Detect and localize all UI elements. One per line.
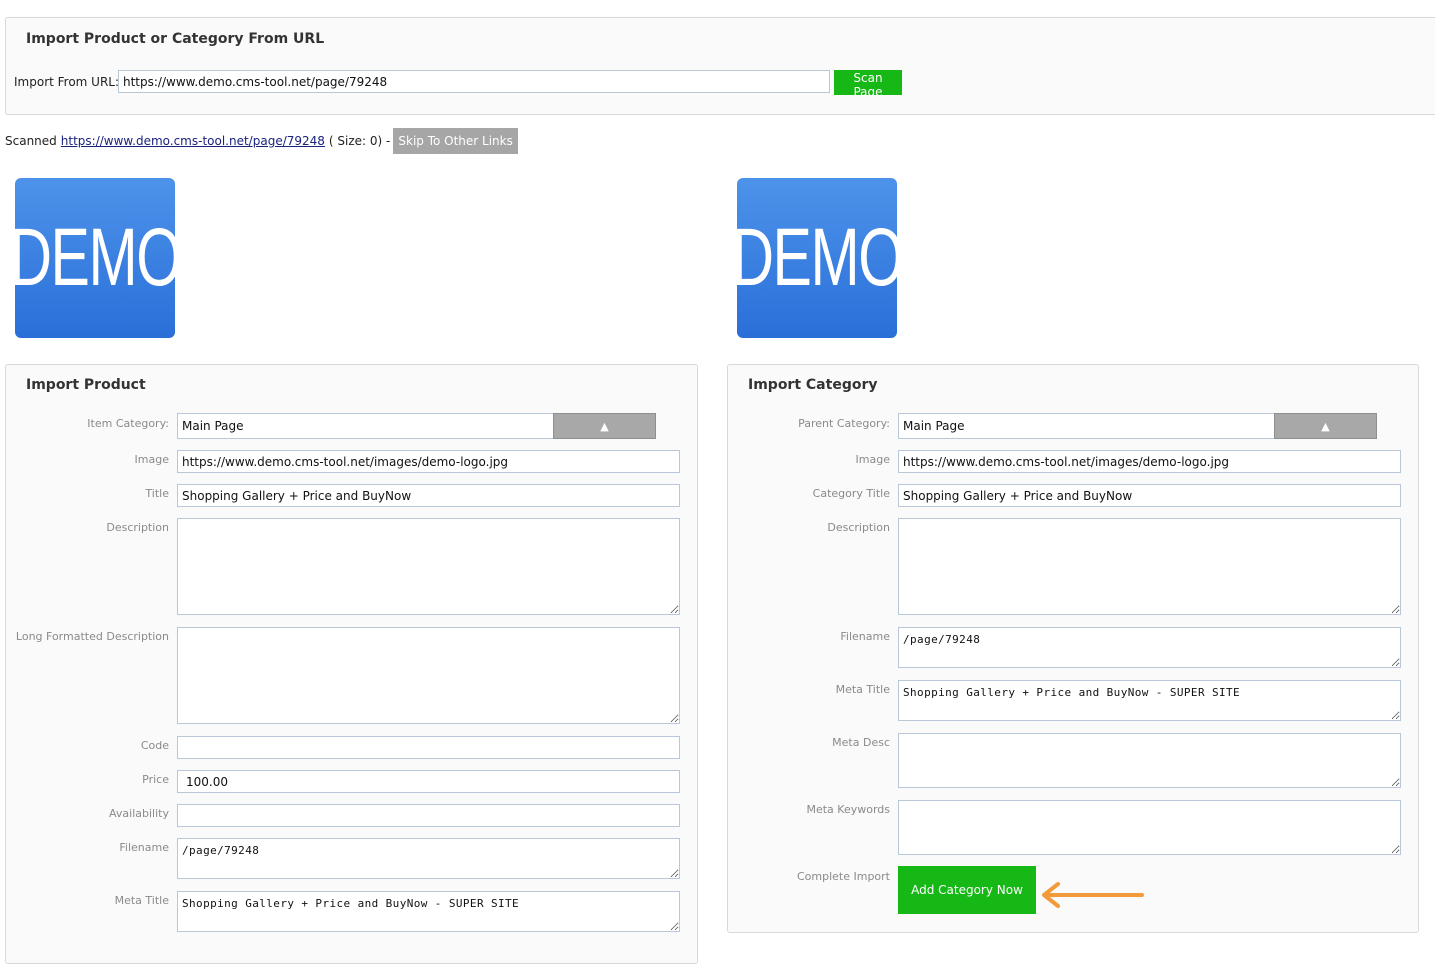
category-meta-desc-textarea[interactable] <box>898 733 1401 788</box>
item-category-label: Item Category: <box>87 417 169 430</box>
product-filename-textarea[interactable]: /page/79248 <box>177 838 680 879</box>
add-category-button[interactable]: Add Category Now <box>898 866 1036 914</box>
scanned-prefix: Scanned <box>5 134 57 148</box>
product-title-label: Title <box>145 487 169 500</box>
item-category-value: Main Page <box>182 419 244 433</box>
parent-category-value: Main Page <box>903 419 965 433</box>
product-description-label: Description <box>106 521 169 534</box>
product-logo-text: DEMO <box>9 212 182 303</box>
category-meta-keywords-textarea[interactable] <box>898 800 1401 855</box>
category-meta-desc-label: Meta Desc <box>832 736 890 749</box>
category-meta-title-textarea[interactable]: Shopping Gallery + Price and BuyNow - SU… <box>898 680 1401 721</box>
category-logo-image: DEMO <box>731 178 904 338</box>
product-long-desc-textarea[interactable] <box>177 627 680 724</box>
scan-page-button[interactable]: Scan Page <box>834 70 902 99</box>
product-price-label: Price <box>142 773 169 786</box>
product-meta-title-label: Meta Title <box>114 894 169 907</box>
category-image-input[interactable] <box>898 450 1401 473</box>
import-url-label: Import From URL: <box>14 75 120 89</box>
product-long-desc-label: Long Formatted Description <box>15 630 169 643</box>
parent-category-dropdown-button[interactable]: ▲ <box>1274 413 1377 439</box>
category-meta-keywords-label: Meta Keywords <box>806 803 890 816</box>
product-meta-title-textarea[interactable]: Shopping Gallery + Price and BuyNow - SU… <box>177 891 680 932</box>
complete-import-label: Complete Import <box>796 870 890 883</box>
import-url-title: Import Product or Category From URL <box>26 31 325 47</box>
category-image-label: Image <box>855 453 890 466</box>
category-meta-title-label: Meta Title <box>835 683 890 696</box>
product-image-label: Image <box>134 453 169 466</box>
arrow-left-icon <box>1042 882 1144 908</box>
category-filename-label: Filename <box>840 630 890 643</box>
parent-category-select[interactable]: Main Page ▲ <box>898 413 1377 439</box>
product-description-textarea[interactable] <box>177 518 680 615</box>
product-price-input[interactable] <box>177 770 680 793</box>
product-availability-input[interactable] <box>177 804 680 827</box>
product-title-input[interactable] <box>177 484 680 507</box>
import-product-title: Import Product <box>26 377 146 393</box>
category-description-textarea[interactable] <box>898 518 1401 615</box>
category-title-label: Category Title <box>812 487 890 500</box>
category-description-label: Description <box>827 521 890 534</box>
product-code-input[interactable] <box>177 736 680 759</box>
item-category-dropdown-button[interactable]: ▲ <box>553 413 656 439</box>
triangle-icon: ▲ <box>1321 419 1330 433</box>
category-logo-text: DEMO <box>731 212 904 303</box>
parent-category-label: Parent Category: <box>798 417 890 430</box>
product-filename-label: Filename <box>119 841 169 854</box>
import-category-title: Import Category <box>748 377 878 393</box>
product-availability-label: Availability <box>109 807 169 820</box>
item-category-select[interactable]: Main Page ▲ <box>177 413 656 439</box>
triangle-icon: ▲ <box>600 419 609 433</box>
import-product-panel: Import Product Item Category: Main Page … <box>5 364 698 964</box>
scanned-link[interactable]: https://www.demo.cms-tool.net/page/79248 <box>61 134 325 148</box>
import-category-panel: Import Category Parent Category: Main Pa… <box>727 364 1419 933</box>
product-logo-image: DEMO <box>9 178 182 338</box>
scanned-size: ( Size: 0) - <box>328 134 391 148</box>
product-code-label: Code <box>140 739 169 752</box>
product-image-input[interactable] <box>177 450 680 473</box>
skip-links-button[interactable]: Skip To Other Links <box>393 128 518 154</box>
category-filename-textarea[interactable]: /page/79248 <box>898 627 1401 668</box>
import-url-input[interactable] <box>118 70 830 93</box>
import-url-panel: Import Product or Category From URL Impo… <box>5 17 1435 115</box>
scanned-line: Scanned https://www.demo.cms-tool.net/pa… <box>5 128 518 154</box>
category-title-input[interactable] <box>898 484 1401 507</box>
